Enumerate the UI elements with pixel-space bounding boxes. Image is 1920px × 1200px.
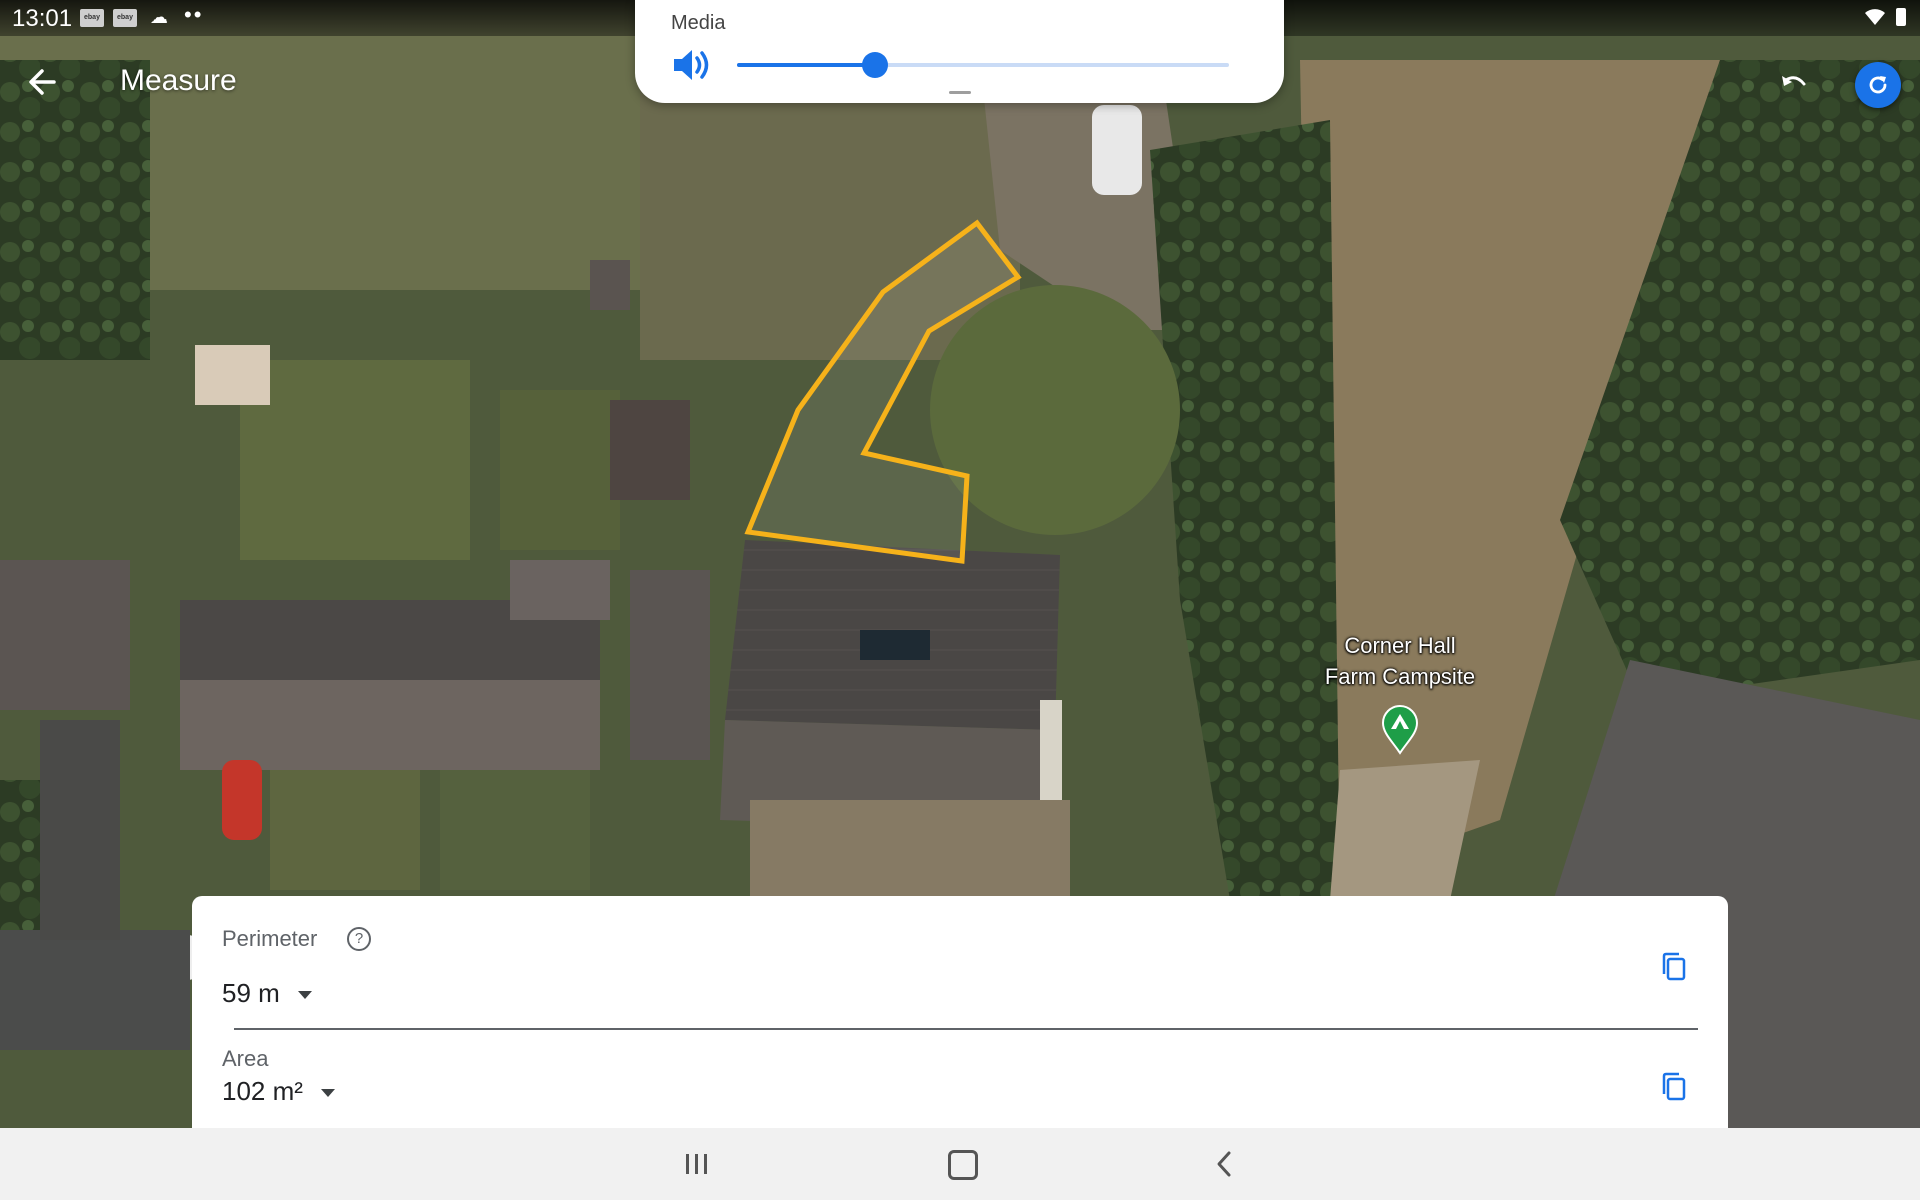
area-unit-dropdown[interactable]: 102 m² [222,1076,336,1107]
dropdown-arrow-icon [321,1089,336,1098]
status-time: 13:01 [12,5,73,32]
place-label[interactable]: Corner Hall Farm Campsite [1280,630,1520,692]
recents-icon[interactable] [683,1152,711,1176]
perimeter-unit-dropdown[interactable]: 59 m [222,978,313,1009]
ebay-icon: ebay [80,9,104,27]
dropdown-arrow-icon [298,991,313,1000]
nav-back-icon[interactable] [1214,1150,1234,1178]
volume-slider-thumb[interactable] [861,52,888,78]
battery-icon [1896,8,1906,26]
perimeter-label: Perimeter [222,926,318,951]
volume-slider-fill [737,63,875,67]
volume-slider[interactable] [737,52,1229,78]
cloud-icon: ☁ [150,7,168,27]
place-label-line: Farm Campsite [1324,664,1476,689]
refresh-button[interactable] [1855,62,1901,108]
area-value: 102 m² [222,1076,303,1106]
measured-area-polygon[interactable] [744,219,1022,564]
volume-icon[interactable] [672,48,714,82]
arrow-back-icon [29,69,56,95]
page-title: Measure [120,64,237,97]
volume-panel-title: Media [671,12,726,34]
ebay-icon: ebay [113,9,137,27]
navigation-bar [0,1128,1920,1200]
undo-icon [1782,76,1806,86]
copy-icon [1662,952,1686,981]
divider [234,1028,1698,1030]
back-button[interactable] [22,62,62,102]
wifi-icon [1865,9,1885,25]
place-label-line: Corner Hall [1344,633,1456,658]
refresh-icon [1869,76,1887,94]
copy-area-button[interactable] [1657,1070,1691,1104]
media-volume-panel: Media [635,0,1284,103]
campsite-pin-icon[interactable] [1380,705,1420,755]
undo-button[interactable] [1776,70,1812,98]
copy-icon [1662,1072,1686,1101]
area-label: Area [222,1046,269,1071]
more-icon: •• [184,2,204,27]
help-icon[interactable]: ? [347,927,371,951]
copy-perimeter-button[interactable] [1657,950,1691,984]
panel-drag-handle[interactable] [949,91,971,94]
measurement-sheet: Perimeter ? 59 m Area 102 m² [192,896,1728,1128]
home-icon[interactable] [948,1150,978,1180]
perimeter-value: 59 m [222,978,280,1008]
